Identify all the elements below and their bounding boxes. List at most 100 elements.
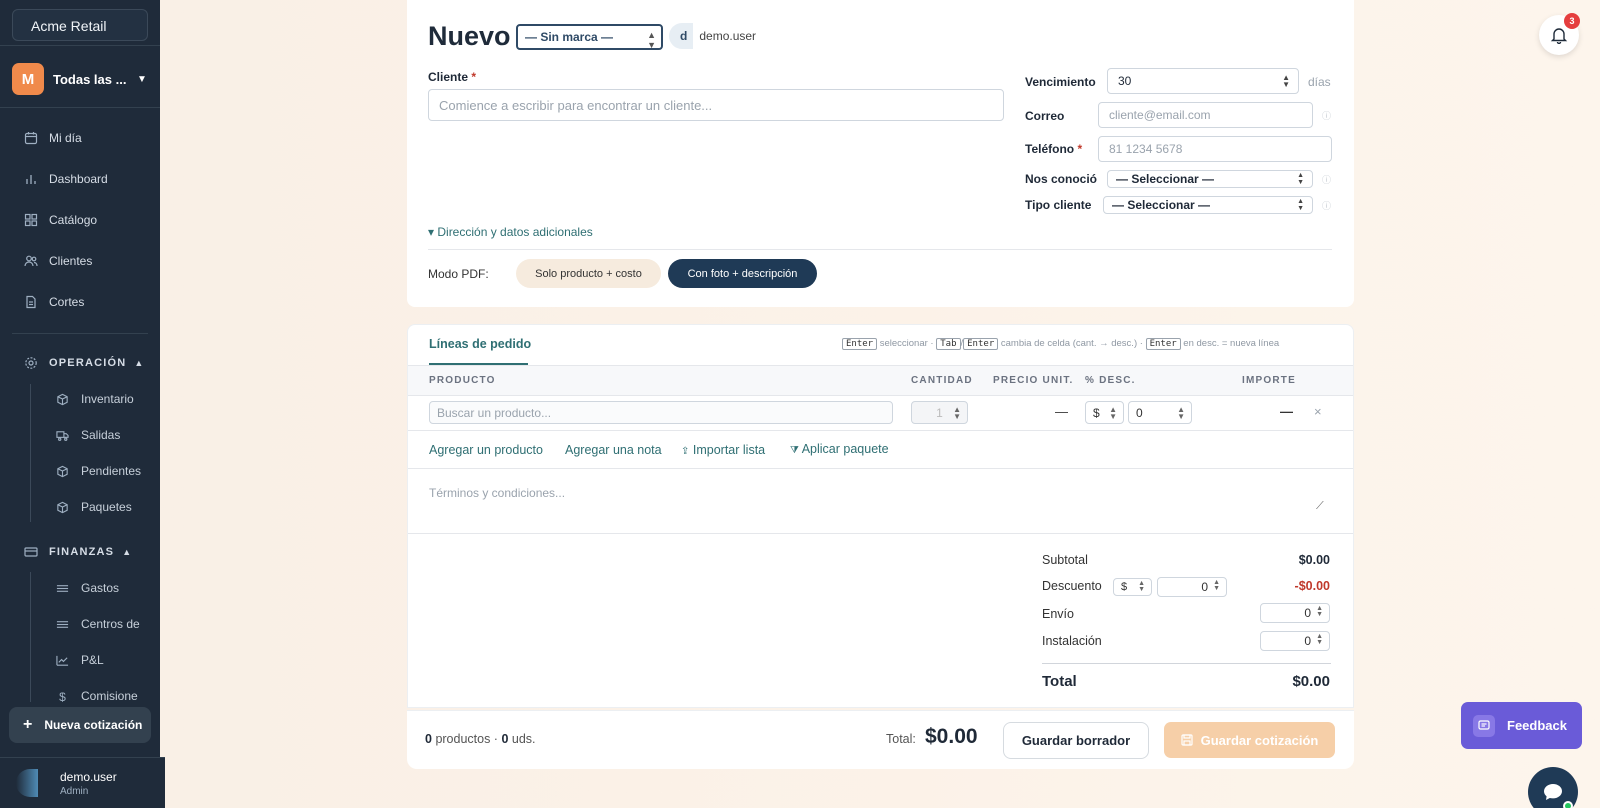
quantity-stepper[interactable]: 1 ▲ ▼ — [911, 401, 968, 424]
apply-package-link[interactable]: ⧩ Aplicar paquete — [790, 442, 889, 456]
total-label: Total — [1042, 673, 1077, 690]
chat-icon — [1544, 784, 1562, 800]
vencimiento-input[interactable]: 30 ▲ ▼ — [1107, 68, 1299, 94]
sidebar-item-label: Paquetes — [81, 500, 132, 514]
box-icon — [57, 465, 68, 477]
sidebar-item-dashboard[interactable]: Dashboard — [24, 172, 108, 186]
divider — [408, 430, 1353, 431]
save-draft-button[interactable]: Guardar borrador — [1003, 722, 1149, 759]
sidebar-item-label: Centros de — [81, 617, 140, 631]
divider — [1042, 663, 1331, 664]
total-value: $0.00 — [1292, 673, 1330, 690]
footer-count: 0 productos · 0 uds. — [425, 732, 536, 746]
correo-input[interactable]: cliente@email.com — [1098, 102, 1313, 128]
brand-select-value: — Sin marca — — [525, 30, 614, 44]
message-icon — [1473, 714, 1495, 737]
sidebar: Acme Retail M Todas las ... ▼ Mi día Das… — [0, 0, 160, 808]
telefono-label: Teléfono * — [1025, 142, 1083, 156]
save-quote-label: Guardar cotización — [1200, 732, 1319, 748]
sidebar-item-label: Dashboard — [49, 172, 108, 186]
brand-select[interactable]: — Sin marca — ▲ ▼ — [516, 24, 663, 50]
sidebar-item-cortes[interactable]: Cortes — [24, 295, 84, 309]
stepper-icon: ▲ ▼ — [1316, 605, 1323, 618]
page-title: Nuevo — [428, 21, 511, 51]
plus-icon: + — [23, 716, 33, 733]
add-product-link[interactable]: Agregar un producto — [429, 443, 543, 457]
notification-count-badge: 3 — [1564, 13, 1580, 29]
bar-chart-icon — [26, 175, 36, 184]
terms-textarea[interactable]: Términos y condiciones... — [429, 486, 565, 500]
descuento-type-select[interactable]: $ ▲ ▼ — [1113, 578, 1152, 596]
product-search-input[interactable]: Buscar un producto... — [429, 401, 893, 424]
select-arrows-icon: ▲ ▼ — [1138, 580, 1145, 593]
vencimiento-label: Vencimiento — [1025, 75, 1096, 89]
sidebar-item-label: Salidas — [81, 428, 121, 442]
import-icon: ⇪ — [681, 446, 690, 457]
direccion-toggle[interactable]: ▾ Dirección y datos adicionales — [428, 225, 593, 239]
feedback-button[interactable]: Feedback — [1461, 702, 1582, 749]
sidebar-item-clientes[interactable]: Clientes — [24, 254, 92, 268]
info-icon: ⓘ — [1322, 201, 1332, 211]
col-cantidad: CANTIDAD — [911, 375, 973, 386]
add-note-link[interactable]: Agregar una nota — [565, 443, 662, 457]
import-list-link[interactable]: ⇪ Importar lista — [681, 443, 765, 457]
user-profile[interactable]: demo.user Admin — [0, 757, 165, 808]
col-desc: % DESC. — [1085, 375, 1136, 386]
instalacion-input[interactable]: 0 ▲ ▼ — [1260, 631, 1330, 651]
sidebar-item-mi-dia[interactable]: Mi día — [24, 131, 82, 145]
user-chip-initial: d — [680, 29, 688, 43]
sidebar-item-salidas[interactable]: Salidas — [56, 428, 142, 442]
telefono-placeholder: 81 1234 5678 — [1109, 142, 1183, 156]
trend-icon — [56, 655, 69, 666]
grid-icon — [24, 213, 38, 227]
descuento-input[interactable]: 0 ▲ ▼ — [1157, 577, 1227, 597]
sidebar-item-pendientes[interactable]: Pendientes — [56, 464, 142, 478]
section-label: OPERACIÓN — [49, 357, 127, 369]
nos-conocio-label: Nos conoció — [1025, 172, 1098, 186]
store-selector[interactable]: M Todas las ... ▼ — [12, 63, 152, 95]
info-icon: ⓘ — [1322, 175, 1332, 185]
tree-line — [30, 572, 31, 702]
tab-lineas-de-pedido[interactable]: Líneas de pedido — [429, 337, 531, 351]
pdf-mode-label: Modo PDF: — [428, 267, 489, 281]
telefono-input[interactable]: 81 1234 5678 — [1098, 136, 1332, 162]
online-status-indicator — [1563, 801, 1573, 808]
select-arrows-icon: ▲ ▼ — [1297, 172, 1304, 186]
cliente-input[interactable]: Comience a escribir para encontrar un cl… — [428, 89, 1004, 121]
sidebar-item-label: Catálogo — [49, 213, 98, 227]
envio-input[interactable]: 0 ▲ ▼ — [1260, 603, 1330, 623]
sidebar-item-inventario[interactable]: Inventario — [56, 392, 142, 406]
resize-handle-icon[interactable]: ⟋ — [1316, 500, 1324, 513]
user-name: demo.user — [60, 769, 117, 784]
tipo-cliente-select[interactable]: — Seleccionar — ▲ ▼ — [1103, 196, 1313, 214]
sidebar-item-pl[interactable]: P&L — [56, 653, 142, 667]
save-quote-button[interactable]: Guardar cotización — [1164, 722, 1335, 758]
nos-conocio-select[interactable]: — Seleccionar — ▲ ▼ — [1107, 170, 1313, 188]
subtotal-value: $0.00 — [1298, 553, 1330, 567]
section-finanzas[interactable]: FINANZAS ▲ — [24, 545, 132, 559]
filter-icon: ⧩ — [790, 445, 799, 456]
sidebar-item-comisiones[interactable]: $ Comisione — [56, 689, 142, 703]
section-operacion[interactable]: OPERACIÓN ▲ — [24, 356, 145, 370]
divider — [12, 333, 148, 334]
pdf-mode-option-basic[interactable]: Solo producto + costo — [516, 259, 661, 288]
org-selector[interactable]: Acme Retail — [12, 9, 148, 41]
sidebar-item-gastos[interactable]: Gastos — [56, 581, 142, 595]
footer-total-label: Total: — [886, 732, 916, 746]
cliente-placeholder: Comience a escribir para encontrar un cl… — [439, 97, 713, 113]
user-chip[interactable]: d demo.user — [669, 23, 777, 49]
unit-price-value: — — [1055, 404, 1068, 419]
gear-icon — [25, 357, 37, 369]
sidebar-item-paquetes[interactable]: Paquetes — [56, 500, 142, 514]
discount-input[interactable]: 0 ▲ ▼ — [1128, 401, 1192, 424]
discount-type-select[interactable]: $ ▲ ▼ — [1085, 401, 1124, 424]
sidebar-item-catalogo[interactable]: Catálogo — [24, 213, 97, 227]
sidebar-item-centros[interactable]: Centros de — [56, 617, 142, 631]
remove-line-button[interactable]: × — [1314, 404, 1322, 419]
pdf-mode-option-photo[interactable]: Con foto + descripción — [668, 259, 817, 288]
tree-line — [30, 384, 31, 522]
select-arrows-icon: ▲ ▼ — [1109, 404, 1117, 421]
new-quote-button[interactable]: + Nueva cotización — [9, 707, 151, 743]
list-icon — [56, 584, 69, 592]
tipo-cliente-label: Tipo cliente — [1025, 198, 1092, 212]
